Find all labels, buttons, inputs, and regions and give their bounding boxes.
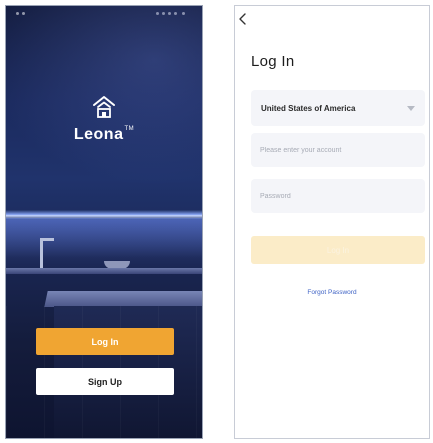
country-select[interactable]: United States of America xyxy=(251,90,425,126)
brand-logo: LeonaTM xyxy=(6,94,202,144)
password-input[interactable] xyxy=(251,179,425,213)
trademark-mark: TM xyxy=(124,126,135,132)
country-value: United States of America xyxy=(261,103,356,113)
chevron-down-icon xyxy=(407,105,415,111)
login-submit-button[interactable]: Log In xyxy=(251,236,425,264)
chevron-left-icon[interactable] xyxy=(237,12,249,26)
page-title: Log In xyxy=(251,53,295,70)
signup-button[interactable]: Sign Up xyxy=(36,368,174,395)
kitchen-island xyxy=(44,291,202,307)
splash-screen: LeonaTM Log In Sign Up xyxy=(5,5,203,439)
login-screen: Log In United States of America Log In F… xyxy=(234,5,430,439)
screenshot-stage: LeonaTM Log In Sign Up Log In United Sta… xyxy=(0,0,433,443)
account-input[interactable] xyxy=(251,133,425,167)
login-button[interactable]: Log In xyxy=(36,328,174,355)
smart-home-icon xyxy=(93,96,115,118)
forgot-password-link[interactable]: Forgot Password xyxy=(235,289,429,296)
faucet-decor xyxy=(40,238,43,270)
brand-name: LeonaTM xyxy=(73,126,135,143)
